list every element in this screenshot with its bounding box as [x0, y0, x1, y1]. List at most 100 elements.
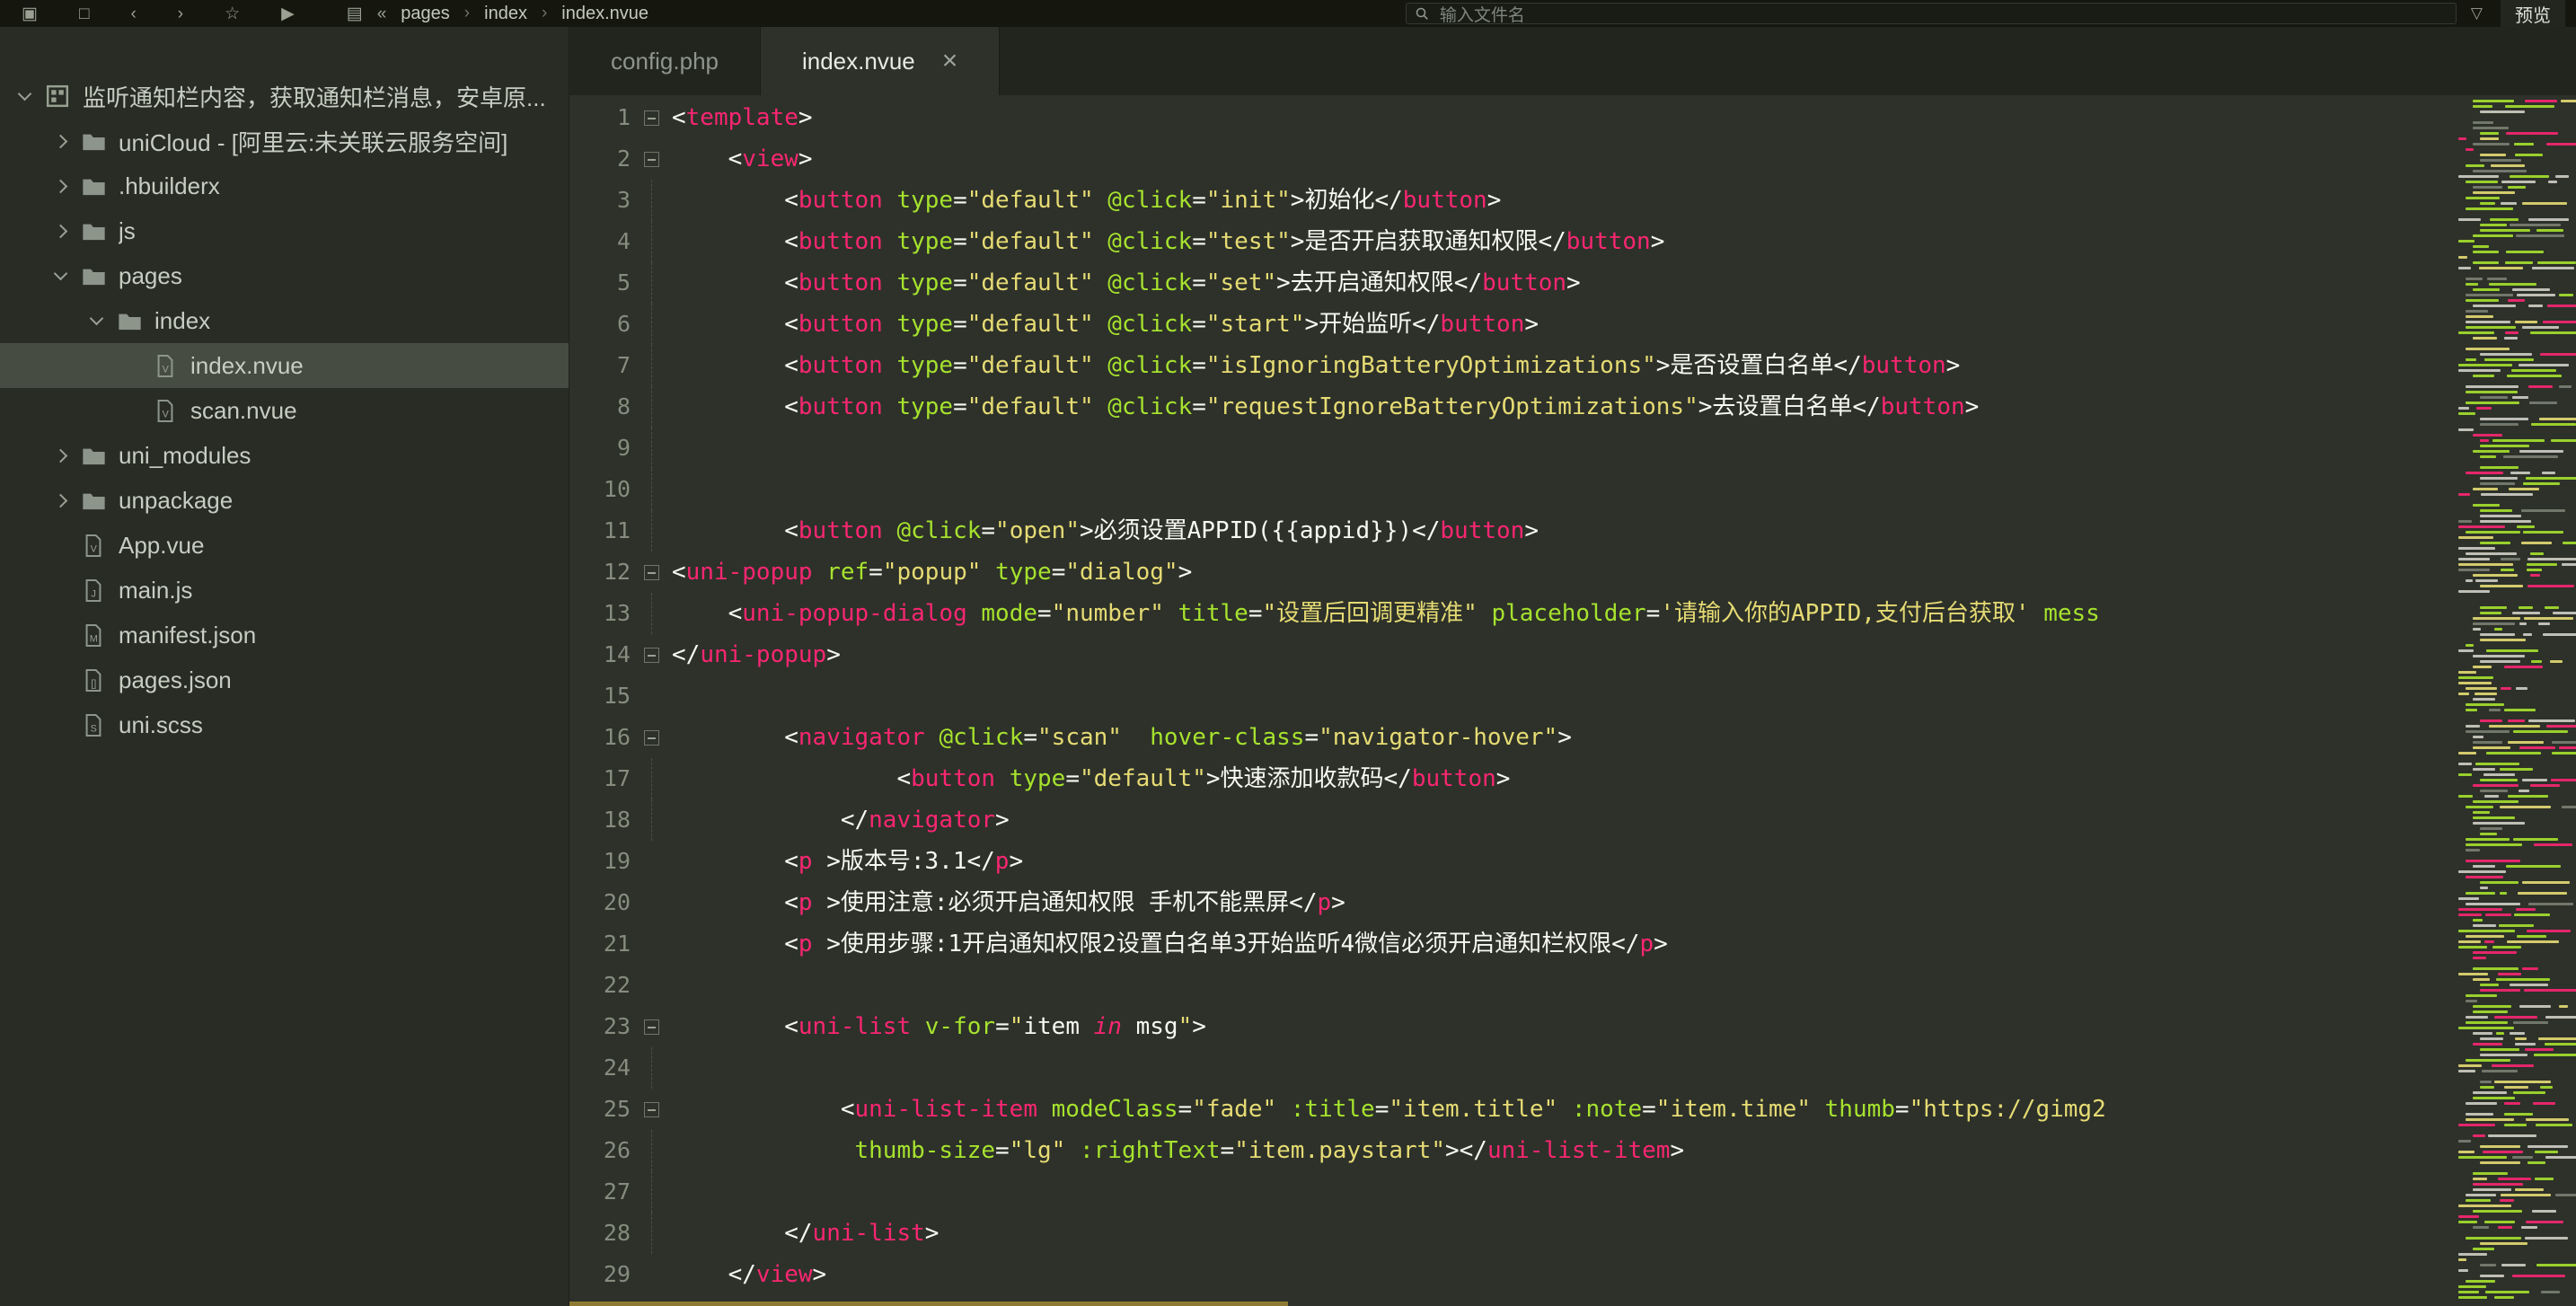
minimap-line [2457, 455, 2576, 459]
tree-expanded-arrow-icon[interactable] [9, 86, 40, 101]
collapse-breadcrumb-icon[interactable]: « [377, 5, 387, 22]
code-line[interactable]: 23 <uni-list v-for="item in msg"> [569, 1006, 2457, 1047]
breadcrumb-item[interactable]: index [484, 4, 527, 24]
code-line[interactable]: 22 [569, 965, 2457, 1006]
code-line[interactable]: 13 <uni-popup-dialog mode="number" title… [569, 593, 2457, 634]
tree-item[interactable]: Vscan.nvue [0, 388, 569, 433]
code-line[interactable]: 12 <uni-popup ref="popup" type="dialog"> [569, 552, 2457, 593]
code-line[interactable]: 24 [569, 1047, 2457, 1089]
code-line[interactable]: 27 [569, 1171, 2457, 1213]
minimap-line [2457, 854, 2576, 858]
code-line[interactable]: 11 <button @click="open">必须设置APPID({{app… [569, 510, 2457, 552]
minimap-line [2457, 1161, 2576, 1165]
fold-marker-icon[interactable] [631, 1006, 672, 1047]
minimap-line [2457, 213, 2576, 216]
code-line[interactable]: 5 <button type="default" @click="set">去开… [569, 262, 2457, 304]
tree-item[interactable]: .hbuilderx [0, 163, 569, 208]
minimap-line [2457, 579, 2576, 583]
project-manager-icon[interactable]: ▣ [22, 5, 38, 22]
filter-icon[interactable]: ▽ [2471, 4, 2483, 22]
code-line[interactable]: 1 <template> [569, 97, 2457, 138]
fold-marker-icon[interactable] [631, 552, 672, 593]
tree-item[interactable]: Jmain.js [0, 568, 569, 613]
minimap-line [2457, 164, 2576, 168]
minimap-line [2457, 994, 2576, 998]
preview-button[interactable]: 预览 [2501, 0, 2565, 30]
fold-marker-icon[interactable] [631, 1089, 672, 1130]
minimap[interactable] [2457, 95, 2576, 1306]
tree-collapsed-arrow-icon[interactable] [45, 448, 75, 463]
line-number: 2 [616, 146, 631, 172]
tree-item[interactable]: unpackage [0, 478, 569, 523]
forward-icon[interactable]: › [178, 5, 183, 22]
code-line[interactable]: 6 <button type="default" @click="start">… [569, 304, 2457, 345]
code-text: </uni-popup> [672, 641, 841, 668]
code-line[interactable]: 16 <navigator @click="scan" hover-class=… [569, 717, 2457, 758]
minimap-line [2457, 1285, 2576, 1289]
code-area[interactable]: 1 <template> 2 <view> 3 <button type="defau… [569, 95, 2457, 1306]
code-line[interactable]: 15 [569, 675, 2457, 717]
code-line[interactable]: 28 </uni-list> [569, 1213, 2457, 1254]
tree-item[interactable]: Vindex.nvue [0, 343, 569, 388]
tab-config-php[interactable]: config.php [569, 27, 761, 95]
code-text: <button type="default" @click="test">是否开… [672, 228, 1665, 255]
tree-collapsed-arrow-icon[interactable] [45, 493, 75, 507]
code-line[interactable]: 18 </navigator> [569, 799, 2457, 841]
minimap-line [2457, 493, 2576, 497]
file-explorer: 监听通知栏内容，获取通知栏消息，安卓原... uniCloud - [阿里云:未关… [0, 27, 569, 1306]
tree-item[interactable]: Suni.scss [0, 702, 569, 747]
code-line[interactable]: 19 <p >版本号:3.1</p> [569, 841, 2457, 882]
code-line[interactable]: 14 </uni-popup> [569, 634, 2457, 675]
tree-item[interactable]: js [0, 208, 569, 253]
tree-expanded-arrow-icon[interactable] [81, 311, 111, 326]
code-line[interactable]: 10 [569, 469, 2457, 510]
tree-item[interactable]: V App.vue [0, 523, 569, 568]
code-line[interactable]: 29 </view> [569, 1254, 2457, 1295]
minimap-line [2457, 1027, 2576, 1030]
breadcrumb-item[interactable]: index.nvue [561, 4, 648, 24]
new-window-icon[interactable]: □ [79, 5, 89, 22]
fold-marker-icon[interactable] [631, 97, 672, 138]
fold-marker-icon[interactable] [631, 634, 672, 675]
code-line[interactable]: 25 <uni-list-item modeClass="fade" :titl… [569, 1089, 2457, 1130]
minimap-line [2457, 1280, 2576, 1284]
fold-marker-icon[interactable] [631, 717, 672, 758]
code-line[interactable]: 21 <p >使用步骤:1开启通知权限2设置白名单3开始监听4微信必须开启通知栏… [569, 923, 2457, 965]
code-line[interactable]: 17 <button type="default">快速添加收款码</butto… [569, 758, 2457, 799]
minimap-line [2457, 229, 2576, 233]
tree-item[interactable]: 监听通知栏内容，获取通知栏消息，安卓原... [0, 74, 569, 119]
minimap-line [2457, 951, 2576, 955]
fold-marker-icon[interactable] [631, 138, 672, 180]
code-line[interactable]: 2 <view> [569, 138, 2457, 180]
tree-collapsed-arrow-icon[interactable] [45, 134, 75, 148]
code-line[interactable]: 20 <p >使用注意:必须开启通知权限 手机不能黑屏</p> [569, 882, 2457, 923]
tree-expanded-arrow-icon[interactable] [45, 266, 75, 281]
tree-item[interactable]: [] pages.json [0, 657, 569, 702]
tree-item[interactable]: index [0, 298, 569, 343]
close-tab-icon[interactable]: × [942, 46, 958, 76]
code-text: <p >使用步骤:1开启通知权限2设置白名单3开始监听4微信必须开启通知栏权限<… [672, 931, 1668, 957]
code-line[interactable]: 7 <button type="default" @click="isIgnor… [569, 345, 2457, 386]
tree-item[interactable]: Mmanifest.json [0, 613, 569, 657]
code-text: thumb-size="lg" :rightText="item.paystar… [854, 1137, 1685, 1164]
star-icon[interactable]: ☆ [225, 5, 240, 22]
tree-collapsed-arrow-icon[interactable] [45, 224, 75, 238]
tree-collapsed-arrow-icon[interactable] [45, 179, 75, 193]
file-search-input[interactable]: 输入文件名 [1405, 3, 2457, 25]
tree-item[interactable]: uniCloud - [阿里云:未关联云服务空间] [0, 119, 569, 163]
code-line[interactable]: 4 <button type="default" @click="test">是… [569, 221, 2457, 262]
tree-item[interactable]: uni_modules [0, 433, 569, 478]
line-number: 29 [603, 1261, 631, 1287]
horizontal-scrollbar[interactable] [569, 1302, 1288, 1306]
code-editor[interactable]: 1 <template> 2 <view> 3 <button type="defau… [569, 95, 2576, 1306]
breadcrumb-item[interactable]: pages [401, 4, 450, 24]
run-icon[interactable]: ▶ [281, 5, 295, 22]
code-line[interactable]: 3 <button type="default" @click="init">初… [569, 180, 2457, 221]
code-line[interactable]: 8 <button type="default" @click="request… [569, 386, 2457, 428]
tab-index-nvue[interactable]: index.nvue × [760, 27, 1001, 95]
code-line[interactable]: 9 [569, 428, 2457, 469]
code-line[interactable]: 26 thumb-size="lg" :rightText="item.pays… [569, 1130, 2457, 1171]
vue-icon: V [147, 354, 183, 378]
tree-item[interactable]: pages [0, 253, 569, 298]
back-icon[interactable]: ‹ [130, 5, 136, 22]
